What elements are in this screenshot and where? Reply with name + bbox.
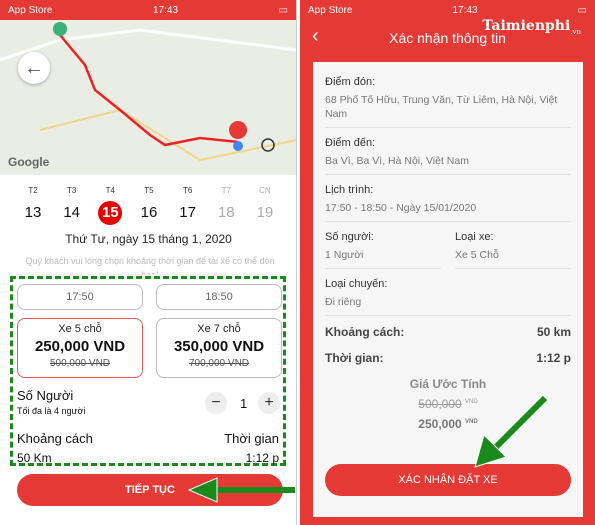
day-tue[interactable]: T3 14 (57, 186, 87, 225)
day-label: T7 (221, 186, 231, 195)
day-sat: T7 18 (211, 186, 241, 225)
trip-type-value: Đi riêng (325, 296, 362, 308)
people-label: Số người: (325, 231, 374, 243)
trip-type-label: Loại chuyến: (325, 278, 388, 290)
battery-icon: ▭ (278, 4, 288, 16)
day-sun: CN 19 (250, 186, 280, 225)
back-button[interactable]: ← (18, 52, 50, 84)
car-price: 350,000 VND (173, 338, 265, 355)
clock: 17:43 (153, 4, 179, 16)
people-hint: Tối đa là 4 người (17, 406, 86, 416)
route-line (0, 22, 296, 162)
watermark-logo: Taimienphi.vn (482, 18, 581, 36)
pointer-arrow-icon (474, 395, 548, 468)
schedule-value: 17:50 - 18:50 - Ngày 15/01/2020 (325, 202, 477, 214)
car-option-7-seat[interactable]: Xe 7 chỗ 350,000 VND 700,000 VND (156, 318, 282, 378)
duration-value: 1:12 p (245, 451, 279, 465)
car-name: Xe 7 chỗ (197, 323, 241, 335)
car-old-price: 700,000 VND (188, 358, 250, 369)
duration-label: Thời gian (224, 431, 279, 446)
day-label: T6 (182, 186, 193, 195)
watermark-text: Taimienphi (482, 18, 571, 34)
car-price: 250,000 VND (34, 338, 126, 355)
distance-value: 50 Km (17, 451, 52, 465)
day-label: T3 (66, 186, 77, 195)
booking-screen: App Store 17:43 ▭ ← Google T2 13 T3 14 T4 15 … (0, 0, 297, 525)
pickup-label: Điểm đón: (325, 76, 376, 88)
day-mon[interactable]: T2 13 (18, 186, 48, 225)
day-number: 16 (140, 204, 158, 221)
people-value: 1 Người (325, 249, 364, 261)
distance-label: Khoảng cách: (325, 325, 405, 339)
date-picker: T2 13 T3 14 T4 15 T5 16 T6 17 T7 18 CN 19 (18, 186, 280, 225)
status-bar: App Store 17:43 ▭ (0, 0, 296, 20)
day-fri[interactable]: T6 17 (173, 186, 203, 225)
duration-value: 1:12 p (536, 351, 571, 365)
day-number: 14 (63, 204, 80, 221)
day-number: 13 (24, 204, 42, 221)
decrease-people-button[interactable]: − (205, 392, 227, 414)
carrier: App Store (8, 4, 53, 16)
header: ‹ Xác nhận thông tin Taimienphi.vn (300, 0, 595, 54)
day-wed-selected[interactable]: T4 15 (95, 186, 125, 225)
people-label: Số Người (17, 388, 74, 403)
time-slot-1850[interactable]: 18:50 (156, 284, 282, 310)
destination-marker-icon (229, 121, 247, 139)
selected-date: Thứ Tư, ngày 15 tháng 1, 2020 (65, 232, 232, 246)
pickup-value: 68 Phố Tố Hữu, Trung Văn, Từ Liêm, Hà Nộ… (325, 94, 558, 120)
day-number: 17 (179, 204, 196, 221)
estimated-price: 250,000 (418, 417, 462, 431)
increase-people-button[interactable]: + (258, 392, 280, 414)
google-logo: Google (8, 155, 50, 169)
distance-label: Khoảng cách (17, 431, 93, 446)
people-count: 1 (240, 396, 248, 411)
distance-value: 50 km (536, 325, 571, 339)
destination-label: Điểm đến: (325, 137, 376, 149)
pointer-arrow-icon (187, 477, 295, 503)
car-name: Xe 5 chỗ (58, 323, 102, 335)
car-type-value: Xe 5 Chỗ (455, 249, 499, 261)
schedule-label: Lịch trình: (325, 184, 374, 196)
estimate-label: Giá Ước Tính (409, 377, 487, 391)
watermark-suffix: .vn (570, 27, 581, 36)
old-price: 500,000 (418, 397, 462, 411)
day-number: 15 (98, 201, 123, 225)
confirm-screen: App Store 17:43 ▭ ‹ Xác nhận thông tin Tai… (300, 0, 595, 525)
destination-value: Ba Vì, Ba Vì, Hà Nội, Việt Nam (325, 155, 469, 167)
day-label: T4 (105, 186, 115, 195)
car-type-label: Loại xe: (455, 231, 494, 243)
time-hint: Quý khách vui lòng chọn khoảng thời gian… (25, 256, 275, 274)
day-label: T5 (144, 186, 154, 195)
day-label: CN (259, 186, 271, 195)
day-thu[interactable]: T5 16 (134, 186, 164, 225)
car-old-price: 500,000 VND (49, 358, 111, 369)
time-slot-1750[interactable]: 17:50 (17, 284, 143, 310)
start-marker-icon (53, 22, 67, 36)
route-map[interactable]: ← Google (0, 20, 296, 175)
day-number: 19 (256, 204, 274, 221)
day-number: 18 (217, 204, 235, 221)
duration-label: Thời gian: (325, 351, 384, 365)
day-label: T2 (28, 186, 38, 195)
car-option-5-seat[interactable]: Xe 5 chỗ 250,000 VND 500,000 VND (17, 318, 143, 378)
